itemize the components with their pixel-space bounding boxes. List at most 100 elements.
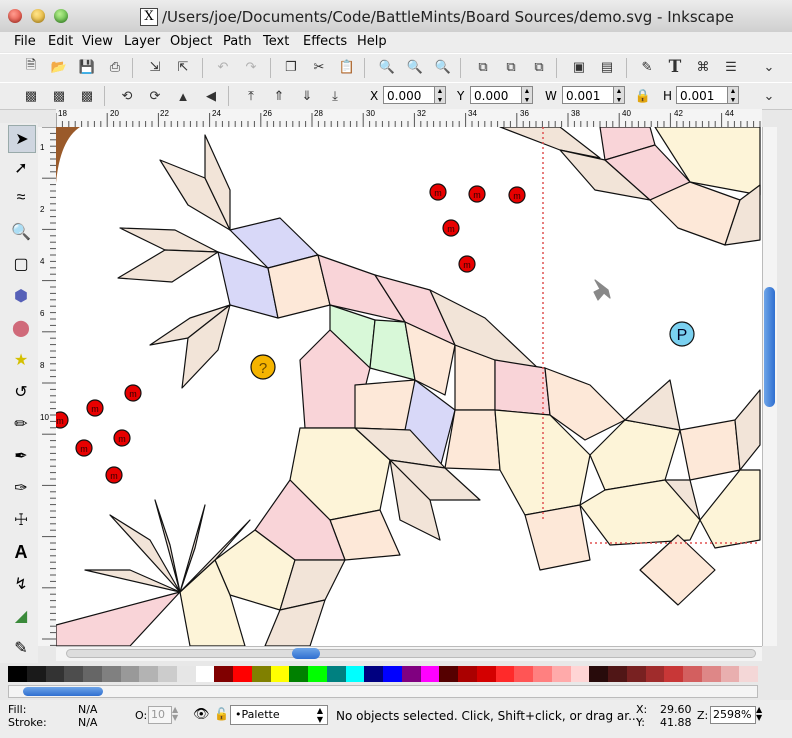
color-swatch[interactable] — [214, 666, 233, 682]
import-icon[interactable]: ⇲ — [144, 56, 166, 78]
text-icon[interactable]: T — [664, 56, 686, 78]
color-swatch[interactable] — [589, 666, 608, 682]
horizontal-scrollbar[interactable] — [56, 646, 762, 661]
rectangle-tool-icon[interactable]: ▢ — [8, 251, 34, 277]
selector-tool-icon[interactable]: ➤ — [8, 125, 36, 153]
zoom-input[interactable]: 2598% — [710, 706, 756, 724]
menu-edit[interactable]: Edit — [48, 32, 73, 52]
vertical-scroll-thumb[interactable] — [764, 287, 775, 407]
color-swatch[interactable] — [551, 666, 571, 682]
x-spinner[interactable]: ▲ ▼ — [434, 86, 446, 104]
menu-help[interactable]: Help — [357, 32, 387, 52]
opacity-spinner[interactable]: ▲ ▼ — [172, 706, 178, 722]
paste-icon[interactable]: 📋 — [336, 56, 358, 78]
deselect-icon[interactable]: ▩ — [76, 85, 98, 107]
align-icon[interactable]: ☰ — [720, 56, 742, 78]
calligraphy-tool-icon[interactable]: ✑ — [8, 475, 34, 501]
menu-object[interactable]: Object — [170, 32, 212, 52]
lower-to-bottom-icon[interactable]: ⤓ — [324, 85, 346, 107]
connector-tool-icon[interactable]: ↯ — [8, 571, 34, 597]
open-icon[interactable]: 📂 — [48, 56, 70, 78]
ellipse-tool-icon[interactable]: ⬤ — [8, 315, 34, 341]
pen-tool-icon[interactable]: ✒ — [8, 443, 34, 469]
color-swatch[interactable] — [26, 666, 46, 682]
color-swatch[interactable] — [720, 666, 740, 682]
color-swatch[interactable] — [439, 666, 458, 682]
menu-text[interactable]: Text — [263, 32, 289, 52]
tweak-tool-icon[interactable]: ≈ — [8, 185, 34, 211]
zoom-page-icon[interactable]: 🔍 — [432, 56, 454, 78]
raise-icon[interactable]: ⇑ — [268, 85, 290, 107]
color-swatch[interactable] — [476, 666, 496, 682]
palette-scroll-thumb[interactable] — [23, 687, 103, 696]
color-palette[interactable] — [8, 666, 758, 682]
menu-view[interactable]: View — [82, 32, 113, 52]
lock-proportions-icon[interactable]: 🔒 — [632, 85, 654, 107]
color-swatch[interactable] — [326, 666, 346, 682]
more-icon[interactable]: ⌄ — [758, 56, 780, 78]
color-swatch[interactable] — [458, 666, 477, 682]
zoom-selection-icon[interactable]: 🔍 — [376, 56, 398, 78]
xml-editor-icon[interactable]: ⌘ — [692, 56, 714, 78]
color-swatch[interactable] — [195, 666, 215, 682]
color-swatch[interactable] — [8, 666, 27, 682]
rotate-cw-icon[interactable]: ⟳ — [144, 85, 166, 107]
color-swatch[interactable] — [420, 666, 440, 682]
color-swatch[interactable] — [45, 666, 65, 682]
color-swatch[interactable] — [608, 666, 627, 682]
color-swatch[interactable] — [514, 666, 533, 682]
new-document-icon[interactable]: 🗎 — [20, 56, 42, 78]
color-swatch[interactable] — [101, 666, 121, 682]
raise-to-top-icon[interactable]: ⤒ — [240, 85, 262, 107]
save-icon[interactable]: 💾 — [76, 56, 98, 78]
color-swatch[interactable] — [626, 666, 646, 682]
cut-icon[interactable]: ✂ — [308, 56, 330, 78]
print-icon[interactable]: ⎙ — [104, 56, 126, 78]
clone-icon[interactable]: ⧉ — [500, 56, 522, 78]
menu-layer[interactable]: Layer — [124, 32, 160, 52]
paint-bucket-tool-icon[interactable]: ☩ — [8, 507, 34, 533]
color-swatch[interactable] — [383, 666, 402, 682]
color-swatch[interactable] — [289, 666, 308, 682]
color-swatch[interactable] — [683, 666, 702, 682]
vertical-scrollbar[interactable] — [762, 127, 777, 646]
export-icon[interactable]: ⇱ — [172, 56, 194, 78]
h-input[interactable]: 0.001 — [676, 86, 734, 104]
color-swatch[interactable] — [533, 666, 552, 682]
flip-horizontal-icon[interactable]: ▲ — [172, 85, 194, 107]
color-swatch[interactable] — [739, 666, 758, 682]
star-tool-icon[interactable]: ★ — [8, 347, 34, 373]
rotate-ccw-icon[interactable]: ⟲ — [116, 85, 138, 107]
w-spinner[interactable]: ▲ ▼ — [613, 86, 625, 104]
menu-path[interactable]: Path — [223, 32, 252, 52]
color-swatch[interactable] — [158, 666, 177, 682]
unlink-clone-icon[interactable]: ⧉ — [528, 56, 550, 78]
layer-select[interactable]: •Palette ▲ ▼ — [230, 705, 328, 725]
text-tool-icon[interactable]: A — [8, 539, 34, 565]
fill-stroke-icon[interactable]: ✎ — [636, 56, 658, 78]
color-swatch[interactable] — [233, 666, 252, 682]
color-swatch[interactable] — [701, 666, 721, 682]
flip-vertical-icon[interactable]: ◀ — [200, 85, 222, 107]
select-all-layers-icon[interactable]: ▩ — [48, 85, 70, 107]
spiral-tool-icon[interactable]: ↺ — [8, 379, 34, 405]
redo-icon[interactable]: ↷ — [240, 56, 262, 78]
color-swatch[interactable] — [401, 666, 421, 682]
eye-icon[interactable]: 👁 — [193, 707, 210, 722]
color-swatch[interactable] — [176, 666, 196, 682]
color-swatch[interactable] — [251, 666, 271, 682]
menu-effects[interactable]: Effects — [303, 32, 347, 52]
zoom-spinner[interactable]: ▲ ▼ — [756, 706, 762, 722]
duplicate-icon[interactable]: ⧉ — [472, 56, 494, 78]
zoom-tool-icon[interactable]: 🔍 — [8, 219, 34, 245]
color-swatch[interactable] — [664, 666, 683, 682]
drawing-canvas[interactable]: m m m m m m m m m m m ? P — [56, 127, 762, 646]
horizontal-scroll-thumb[interactable] — [292, 648, 320, 659]
color-swatch[interactable] — [495, 666, 515, 682]
h-spinner[interactable]: ▲ ▼ — [727, 86, 739, 104]
palette-scrollbar[interactable] — [8, 685, 758, 698]
color-swatch[interactable] — [64, 666, 83, 682]
color-swatch[interactable] — [308, 666, 327, 682]
y-input[interactable]: 0.000 — [470, 86, 528, 104]
group-icon[interactable]: ▣ — [568, 56, 590, 78]
